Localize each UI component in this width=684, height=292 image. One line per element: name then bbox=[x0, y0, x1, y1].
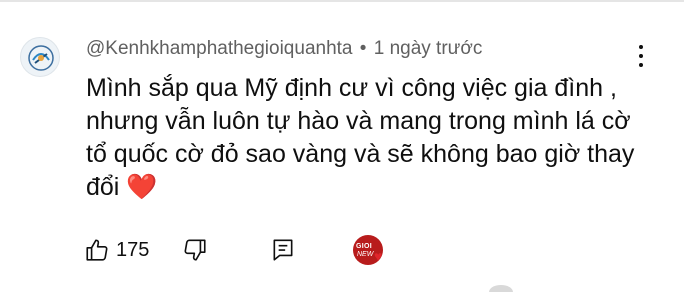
creator-badge-line1: GIOI bbox=[356, 243, 372, 250]
creator-heart-icon: ♥ bbox=[374, 248, 383, 264]
author-name[interactable]: @Kenhkhamphathegioiquanhta bbox=[86, 38, 353, 59]
more-options-button[interactable] bbox=[628, 41, 654, 71]
comment-timestamp[interactable]: 1 ngày trước bbox=[374, 38, 483, 59]
more-vert-icon bbox=[639, 45, 643, 49]
comment-actions: 175 GIOI NEW ♥ bbox=[84, 233, 504, 267]
dislike-button[interactable] bbox=[182, 233, 208, 267]
next-comment-avatar-fragment bbox=[489, 285, 513, 292]
comment-text: Mình sắp qua Mỹ định cư vì công việc gia… bbox=[86, 72, 646, 204]
thumbs-down-icon bbox=[184, 239, 206, 261]
like-count: 175 bbox=[116, 238, 150, 261]
heart-emoji: ❤️ bbox=[126, 173, 158, 201]
comment-reply-icon bbox=[273, 239, 293, 261]
top-divider bbox=[0, 0, 684, 2]
creator-badge-line2: NEW bbox=[357, 251, 374, 258]
avatar-logo-icon bbox=[28, 45, 54, 71]
header-separator: • bbox=[359, 38, 367, 59]
comment-header: @Kenhkhamphathegioiquanhta • 1 ngày trướ… bbox=[86, 38, 482, 60]
more-vert-dot bbox=[639, 63, 643, 67]
more-vert-dot bbox=[639, 54, 643, 58]
thumbs-up-icon bbox=[86, 239, 108, 261]
avatar[interactable] bbox=[20, 37, 60, 77]
reply-button[interactable] bbox=[270, 233, 296, 267]
like-button[interactable]: 175 bbox=[84, 233, 149, 267]
comment-body: Mình sắp qua Mỹ định cư vì công việc gia… bbox=[86, 74, 635, 201]
